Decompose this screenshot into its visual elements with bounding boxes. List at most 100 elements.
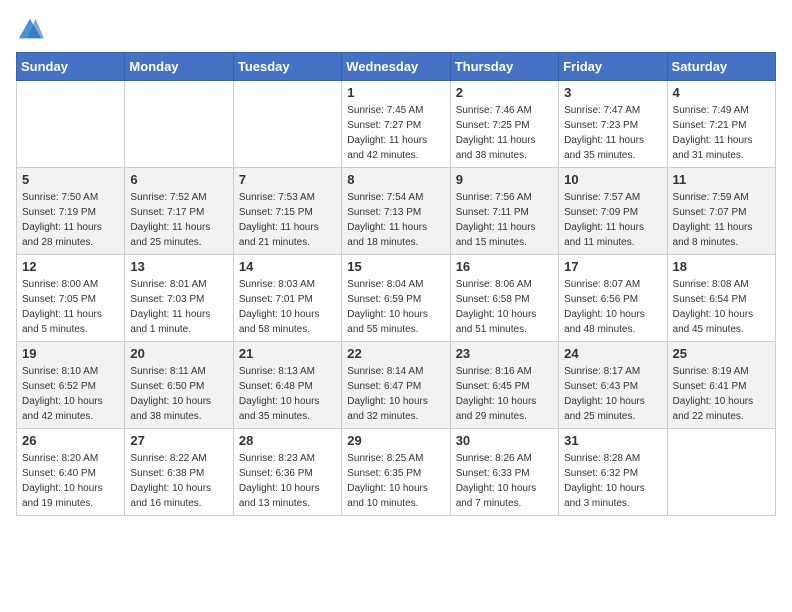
calendar-cell-w4-d4: 22 Sunrise: 8:14 AMSunset: 6:47 PMDayligh… bbox=[342, 342, 450, 429]
day-info: Sunrise: 8:25 AMSunset: 6:35 PMDaylight:… bbox=[347, 451, 444, 511]
day-number: 12 bbox=[22, 259, 119, 274]
header-day-monday: Monday bbox=[125, 53, 233, 81]
header-day-friday: Friday bbox=[559, 53, 667, 81]
day-info: Sunrise: 7:52 AMSunset: 7:17 PMDaylight:… bbox=[130, 190, 227, 250]
day-number: 10 bbox=[564, 172, 661, 187]
header-day-saturday: Saturday bbox=[667, 53, 775, 81]
day-info: Sunrise: 7:49 AMSunset: 7:21 PMDaylight:… bbox=[673, 103, 770, 163]
day-number: 16 bbox=[456, 259, 553, 274]
calendar-cell-w3-d2: 13 Sunrise: 8:01 AMSunset: 7:03 PMDayligh… bbox=[125, 255, 233, 342]
day-info: Sunrise: 8:20 AMSunset: 6:40 PMDaylight:… bbox=[22, 451, 119, 511]
calendar-cell-w4-d7: 25 Sunrise: 8:19 AMSunset: 6:41 PMDayligh… bbox=[667, 342, 775, 429]
calendar-cell-w5-d3: 28 Sunrise: 8:23 AMSunset: 6:36 PMDayligh… bbox=[233, 429, 341, 516]
calendar-cell-w2-d1: 5 Sunrise: 7:50 AMSunset: 7:19 PMDaylight… bbox=[17, 168, 125, 255]
calendar-cell-w5-d4: 29 Sunrise: 8:25 AMSunset: 6:35 PMDayligh… bbox=[342, 429, 450, 516]
calendar-cell-w4-d1: 19 Sunrise: 8:10 AMSunset: 6:52 PMDayligh… bbox=[17, 342, 125, 429]
calendar-cell-w3-d7: 18Sunrise: 8:08 AMSunset: 6:54 PMDayligh… bbox=[667, 255, 775, 342]
calendar-week-3: 12Sunrise: 8:00 AMSunset: 7:05 PMDayligh… bbox=[17, 255, 776, 342]
calendar-cell-w2-d6: 10Sunrise: 7:57 AMSunset: 7:09 PMDayligh… bbox=[559, 168, 667, 255]
day-info: Sunrise: 8:10 AMSunset: 6:52 PMDaylight:… bbox=[22, 364, 119, 424]
calendar-cell-w1-d1 bbox=[17, 81, 125, 168]
day-number: 5 bbox=[22, 172, 119, 187]
calendar-cell-w3-d6: 17 Sunrise: 8:07 AMSunset: 6:56 PMDayligh… bbox=[559, 255, 667, 342]
calendar-cell-w1-d3 bbox=[233, 81, 341, 168]
day-info: Sunrise: 8:28 AMSunset: 6:32 PMDaylight:… bbox=[564, 451, 661, 511]
day-number: 13 bbox=[130, 259, 227, 274]
calendar-cell-w4-d6: 24Sunrise: 8:17 AMSunset: 6:43 PMDayligh… bbox=[559, 342, 667, 429]
calendar-cell-w5-d6: 31 Sunrise: 8:28 AMSunset: 6:32 PMDayligh… bbox=[559, 429, 667, 516]
day-info: Sunrise: 7:54 AMSunset: 7:13 PMDaylight:… bbox=[347, 190, 444, 250]
day-number: 25 bbox=[673, 346, 770, 361]
day-info: Sunrise: 8:04 AMSunset: 6:59 PMDaylight:… bbox=[347, 277, 444, 337]
day-info: Sunrise: 8:01 AMSunset: 7:03 PMDaylight:… bbox=[130, 277, 227, 337]
day-info: Sunrise: 8:11 AMSunset: 6:50 PMDaylight:… bbox=[130, 364, 227, 424]
header-day-sunday: Sunday bbox=[17, 53, 125, 81]
day-number: 31 bbox=[564, 433, 661, 448]
day-number: 20 bbox=[130, 346, 227, 361]
calendar-cell-w2-d2: 6 Sunrise: 7:52 AMSunset: 7:17 PMDaylight… bbox=[125, 168, 233, 255]
day-number: 21 bbox=[239, 346, 336, 361]
day-info: Sunrise: 8:23 AMSunset: 6:36 PMDaylight:… bbox=[239, 451, 336, 511]
day-info: Sunrise: 8:06 AMSunset: 6:58 PMDaylight:… bbox=[456, 277, 553, 337]
day-number: 19 bbox=[22, 346, 119, 361]
day-number: 15 bbox=[347, 259, 444, 274]
day-number: 28 bbox=[239, 433, 336, 448]
day-info: Sunrise: 7:53 AMSunset: 7:15 PMDaylight:… bbox=[239, 190, 336, 250]
day-number: 23 bbox=[456, 346, 553, 361]
calendar-cell-w4-d5: 23 Sunrise: 8:16 AMSunset: 6:45 PMDayligh… bbox=[450, 342, 558, 429]
day-info: Sunrise: 8:17 AMSunset: 6:43 PMDaylight:… bbox=[564, 364, 661, 424]
calendar-cell-w5-d2: 27 Sunrise: 8:22 AMSunset: 6:38 PMDayligh… bbox=[125, 429, 233, 516]
day-number: 3 bbox=[564, 85, 661, 100]
day-number: 8 bbox=[347, 172, 444, 187]
day-number: 7 bbox=[239, 172, 336, 187]
calendar-cell-w2-d4: 8 Sunrise: 7:54 AMSunset: 7:13 PMDaylight… bbox=[342, 168, 450, 255]
day-number: 1 bbox=[347, 85, 444, 100]
calendar-cell-w5-d1: 26 Sunrise: 8:20 AMSunset: 6:40 PMDayligh… bbox=[17, 429, 125, 516]
calendar-cell-w1-d4: 1 Sunrise: 7:45 AMSunset: 7:27 PMDaylight… bbox=[342, 81, 450, 168]
day-number: 30 bbox=[456, 433, 553, 448]
calendar-week-1: 1 Sunrise: 7:45 AMSunset: 7:27 PMDaylight… bbox=[17, 81, 776, 168]
calendar-week-4: 19 Sunrise: 8:10 AMSunset: 6:52 PMDayligh… bbox=[17, 342, 776, 429]
day-number: 29 bbox=[347, 433, 444, 448]
calendar-cell-w1-d5: 2Sunrise: 7:46 AMSunset: 7:25 PMDaylight… bbox=[450, 81, 558, 168]
day-number: 9 bbox=[456, 172, 553, 187]
calendar-cell-w4-d3: 21 Sunrise: 8:13 AMSunset: 6:48 PMDayligh… bbox=[233, 342, 341, 429]
day-number: 2 bbox=[456, 85, 553, 100]
day-number: 6 bbox=[130, 172, 227, 187]
calendar-cell-w2-d3: 7 Sunrise: 7:53 AMSunset: 7:15 PMDaylight… bbox=[233, 168, 341, 255]
logo bbox=[16, 16, 48, 44]
day-number: 11 bbox=[673, 172, 770, 187]
day-number: 26 bbox=[22, 433, 119, 448]
day-number: 17 bbox=[564, 259, 661, 274]
page-header bbox=[16, 16, 776, 44]
calendar-table: SundayMondayTuesdayWednesdayThursdayFrid… bbox=[16, 52, 776, 516]
day-info: Sunrise: 8:13 AMSunset: 6:48 PMDaylight:… bbox=[239, 364, 336, 424]
day-number: 27 bbox=[130, 433, 227, 448]
day-info: Sunrise: 8:22 AMSunset: 6:38 PMDaylight:… bbox=[130, 451, 227, 511]
day-info: Sunrise: 8:26 AMSunset: 6:33 PMDaylight:… bbox=[456, 451, 553, 511]
day-info: Sunrise: 8:03 AMSunset: 7:01 PMDaylight:… bbox=[239, 277, 336, 337]
calendar-cell-w3-d5: 16 Sunrise: 8:06 AMSunset: 6:58 PMDayligh… bbox=[450, 255, 558, 342]
day-number: 4 bbox=[673, 85, 770, 100]
calendar-cell-w3-d3: 14 Sunrise: 8:03 AMSunset: 7:01 PMDayligh… bbox=[233, 255, 341, 342]
day-info: Sunrise: 8:14 AMSunset: 6:47 PMDaylight:… bbox=[347, 364, 444, 424]
calendar-cell-w1-d7: 4 Sunrise: 7:49 AMSunset: 7:21 PMDaylight… bbox=[667, 81, 775, 168]
calendar-header-row: SundayMondayTuesdayWednesdayThursdayFrid… bbox=[17, 53, 776, 81]
calendar-cell-w2-d5: 9 Sunrise: 7:56 AMSunset: 7:11 PMDaylight… bbox=[450, 168, 558, 255]
header-day-thursday: Thursday bbox=[450, 53, 558, 81]
day-number: 22 bbox=[347, 346, 444, 361]
day-info: Sunrise: 8:07 AMSunset: 6:56 PMDaylight:… bbox=[564, 277, 661, 337]
day-info: Sunrise: 8:16 AMSunset: 6:45 PMDaylight:… bbox=[456, 364, 553, 424]
day-number: 14 bbox=[239, 259, 336, 274]
day-info: Sunrise: 7:50 AMSunset: 7:19 PMDaylight:… bbox=[22, 190, 119, 250]
day-info: Sunrise: 7:45 AMSunset: 7:27 PMDaylight:… bbox=[347, 103, 444, 163]
calendar-week-5: 26 Sunrise: 8:20 AMSunset: 6:40 PMDayligh… bbox=[17, 429, 776, 516]
day-number: 18 bbox=[673, 259, 770, 274]
header-day-wednesday: Wednesday bbox=[342, 53, 450, 81]
header-day-tuesday: Tuesday bbox=[233, 53, 341, 81]
calendar-cell-w5-d7 bbox=[667, 429, 775, 516]
day-info: Sunrise: 7:56 AMSunset: 7:11 PMDaylight:… bbox=[456, 190, 553, 250]
day-info: Sunrise: 8:19 AMSunset: 6:41 PMDaylight:… bbox=[673, 364, 770, 424]
calendar-week-2: 5 Sunrise: 7:50 AMSunset: 7:19 PMDaylight… bbox=[17, 168, 776, 255]
calendar-cell-w3-d1: 12Sunrise: 8:00 AMSunset: 7:05 PMDayligh… bbox=[17, 255, 125, 342]
